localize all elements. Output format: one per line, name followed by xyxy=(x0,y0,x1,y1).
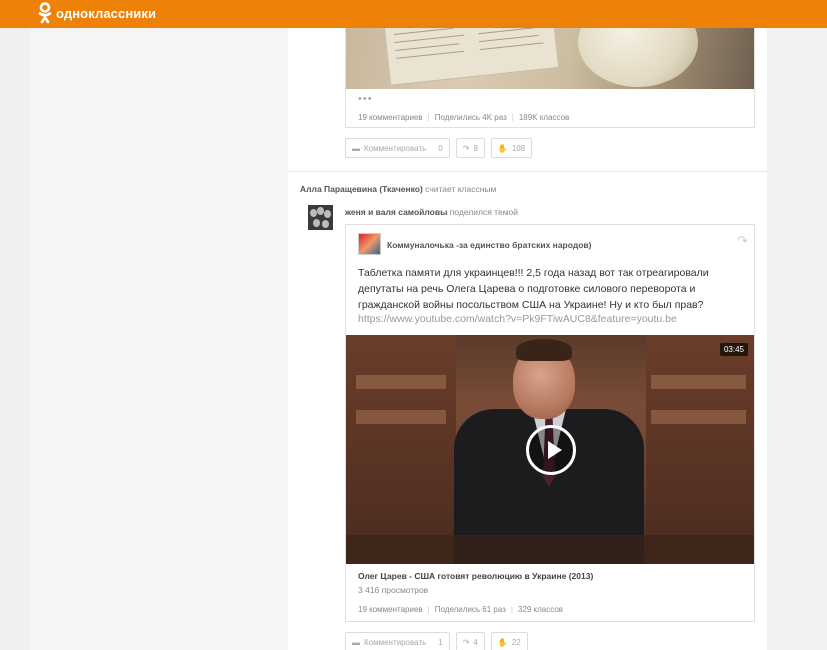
shared-post-card: Коммуналочька -за единство братских наро… xyxy=(345,224,755,622)
comments-count-link[interactable]: 19 комментариев xyxy=(358,605,423,614)
video-title-link[interactable]: Олег Царев - США готовят революцию в Укр… xyxy=(358,571,593,581)
share-button[interactable]: ↷ 4 xyxy=(455,632,485,650)
post-link[interactable]: https://www.youtube.com/watch?v=Pk9FTiwA… xyxy=(358,313,677,325)
ok-logo[interactable]: одноклассники xyxy=(38,1,156,25)
sharer-action: поделился темой xyxy=(449,207,519,217)
divider xyxy=(288,171,767,172)
share-icon: ↷ xyxy=(462,143,470,153)
post-card: ••• 19 комментариев | Поделились 4K раз | 18… xyxy=(345,28,755,128)
comment-count: 0 xyxy=(438,143,443,153)
right-column xyxy=(767,28,827,650)
comments-count-link[interactable]: 19 комментариев xyxy=(358,113,423,122)
brand-name: одноклассники xyxy=(56,5,157,21)
like-button[interactable]: ✋ 22 xyxy=(490,632,528,650)
post-stats: 19 комментариев | Поделились 61 раз | 329 кл… xyxy=(358,605,564,614)
video-player[interactable]: 03:45 xyxy=(346,335,754,564)
shares-count-link[interactable]: Поделились 4K раз xyxy=(435,113,507,122)
play-icon[interactable] xyxy=(526,425,576,475)
thumbs-up-icon: ✋ xyxy=(497,637,508,647)
left-column xyxy=(30,28,288,650)
like-button[interactable]: ✋ 108 xyxy=(490,138,533,158)
thumbs-up-icon: ✋ xyxy=(497,143,508,153)
reshare-icon[interactable]: ↷ xyxy=(737,233,748,249)
comment-button-label: Комментировать xyxy=(364,143,427,153)
more-dots-icon[interactable]: ••• xyxy=(358,93,373,105)
comment-button[interactable]: ▬ Комментировать 1 xyxy=(345,632,450,650)
share-count: 8 xyxy=(473,143,478,153)
share-icon: ↷ xyxy=(462,637,470,647)
comment-button-label: Комментировать xyxy=(364,637,427,647)
like-count: 22 xyxy=(511,637,521,647)
video-duration: 03:45 xyxy=(719,343,748,356)
comment-icon: ▬ xyxy=(352,143,360,153)
video-views: 3 416 просмотров xyxy=(358,585,429,595)
comment-icon: ▬ xyxy=(352,637,360,647)
comment-button[interactable]: ▬ Комментировать 0 xyxy=(345,138,450,158)
likes-count-link[interactable]: 189K классов xyxy=(519,113,569,122)
avatar[interactable] xyxy=(308,205,333,230)
post-photo[interactable] xyxy=(346,28,754,89)
group-avatar[interactable] xyxy=(358,233,381,255)
likes-count-link[interactable]: 329 классов xyxy=(518,605,563,614)
comment-count: 1 xyxy=(438,637,443,647)
like-count: 108 xyxy=(511,143,526,153)
post-stats: 19 комментариев | Поделились 4K раз | 189K к… xyxy=(358,113,570,122)
actor-name-link[interactable]: Алла Паращевина (Ткаченко) xyxy=(300,184,423,194)
group-name-link[interactable]: Коммуналочька -за единство братских наро… xyxy=(387,240,591,250)
actor-action: считает классным xyxy=(425,184,497,194)
post-actions: ▬ Комментировать 1 ↷ 4 ✋ 22 xyxy=(345,632,528,650)
sharer-header: женя и валя самойловы поделился темой xyxy=(345,207,518,217)
shares-count-link[interactable]: Поделились 61 раз xyxy=(435,605,506,614)
news-feed: ••• 19 комментариев | Поделились 4K раз | 18… xyxy=(288,28,767,650)
post-actions: ▬ Комментировать 0 ↷ 8 ✋ 108 xyxy=(345,138,533,158)
share-button[interactable]: ↷ 8 xyxy=(455,138,485,158)
ok-logo-icon xyxy=(38,2,52,24)
post-text: Таблетка памяти для украинцев!!! 2,5 год… xyxy=(358,267,709,311)
sharer-name-link[interactable]: женя и валя самойловы xyxy=(345,207,447,217)
activity-header: Алла Паращевина (Ткаченко) считает класс… xyxy=(300,184,496,194)
top-bar: одноклассники xyxy=(0,0,827,28)
share-count: 4 xyxy=(473,637,478,647)
